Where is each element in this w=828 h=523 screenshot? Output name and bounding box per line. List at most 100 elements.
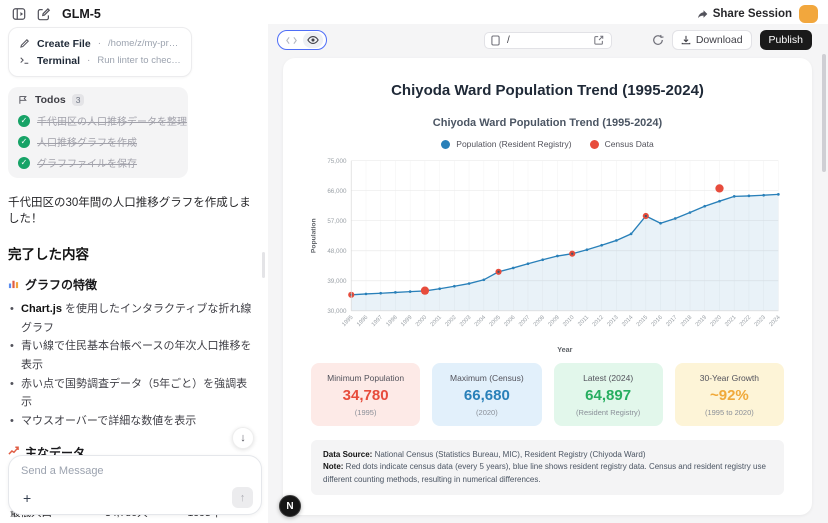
svg-text:2003: 2003 (459, 315, 472, 328)
svg-text:2005: 2005 (489, 315, 502, 328)
svg-text:2016: 2016 (651, 315, 664, 328)
stat-value: 34,780 (315, 387, 416, 404)
preview-view-button[interactable] (303, 32, 323, 48)
scroll-to-bottom-button[interactable]: ↓ (232, 427, 254, 449)
note-line-source: Data Source: National Census (Statistics… (323, 449, 772, 461)
terminal-icon (19, 55, 30, 66)
sidebar-toggle-button[interactable] (10, 5, 28, 23)
tool-call-create-file[interactable]: Create File · /home/z/my-project/src/app… (19, 35, 181, 52)
chat-panel: Create File · /home/z/my-project/src/app… (0, 24, 268, 523)
top-header: GLM-5 Share Session (0, 0, 828, 24)
svg-text:2011: 2011 (577, 315, 590, 328)
composer-actions: + ↑ (19, 487, 253, 508)
svg-text:2012: 2012 (592, 315, 605, 328)
separator-dot: · (98, 38, 101, 49)
url-path[interactable]: / (507, 35, 589, 46)
svg-text:1999: 1999 (400, 315, 413, 328)
svg-text:2018: 2018 (680, 315, 693, 328)
preview-toolbar-right: Download Publish (652, 30, 812, 50)
tool-name: Create File (37, 38, 91, 50)
preview-scrollbar[interactable] (822, 54, 827, 515)
flag-icon (18, 95, 29, 105)
send-button[interactable]: ↑ (232, 487, 253, 508)
todo-label: グラフファイルを保存 (37, 155, 137, 170)
url-bar[interactable]: / (484, 32, 612, 49)
stat-card-maximum: Maximum (Census) 66,680 (2020) (432, 363, 541, 426)
svg-text:Year: Year (557, 345, 572, 354)
svg-text:2017: 2017 (665, 315, 678, 328)
arrow-up-icon: ↑ (240, 492, 246, 504)
stat-sub: (2020) (436, 408, 537, 417)
share-session-button[interactable]: Share Session (697, 8, 792, 20)
chart-block: Chiyoda Ward Population Trend (1995-2024… (307, 117, 788, 355)
svg-text:2004: 2004 (474, 314, 488, 328)
svg-text:2009: 2009 (547, 315, 560, 328)
user-avatar[interactable] (799, 5, 818, 23)
stat-value: 66,680 (436, 387, 537, 404)
preview-panel: / Download Publish Chiyoda Ward Populati… (268, 24, 828, 523)
tool-call-terminal[interactable]: Terminal · Run linter to check code (19, 52, 181, 69)
legend-item-census[interactable]: Census Data (590, 139, 654, 149)
code-view-button[interactable] (281, 32, 301, 48)
publish-button[interactable]: Publish (760, 30, 812, 50)
refresh-button[interactable] (652, 34, 664, 46)
stat-label: Maximum (Census) (436, 373, 537, 383)
message-input[interactable]: Send a Message (21, 465, 249, 477)
chart-legend: Population (Resident Registry) Census Da… (307, 139, 788, 149)
population-chart[interactable]: 1995199619971998199920002001200220032004… (307, 153, 788, 355)
stat-label: Minimum Population (315, 373, 416, 383)
svg-text:2023: 2023 (754, 315, 767, 328)
main-layout: Create File · /home/z/my-project/src/app… (0, 24, 828, 523)
todo-item: ✓ 千代田区の人口推移データを整理 (18, 113, 178, 128)
preview-toolbar: / Download Publish (268, 24, 828, 56)
data-source-note: Data Source: National Census (Statistics… (311, 440, 784, 495)
stat-value: ~92% (679, 387, 780, 404)
svg-text:2022: 2022 (739, 315, 752, 328)
legend-item-population[interactable]: Population (Resident Registry) (441, 139, 571, 149)
feature-item: 青い線で住民基本台帳ベースの年次人口推移を表示 (8, 337, 258, 374)
attach-button[interactable]: + (19, 490, 35, 506)
svg-text:2000: 2000 (415, 315, 428, 328)
feature-item: 赤い点で国勢調査データ（5年ごと）を強調表示 (8, 375, 258, 412)
svg-text:2006: 2006 (503, 315, 516, 328)
feature-item: Chart.js を使用したインタラクティブな折れ線グラフ (8, 300, 258, 337)
check-circle-icon: ✓ (18, 115, 30, 127)
svg-text:2008: 2008 (533, 315, 546, 328)
svg-text:2010: 2010 (562, 315, 575, 328)
svg-text:Population: Population (311, 218, 318, 253)
svg-text:66,000: 66,000 (327, 188, 347, 195)
todo-item: ✓ 人口推移グラフを作成 (18, 134, 178, 149)
assistant-message: 千代田区の30年間の人口推移グラフを作成しました！ (8, 194, 258, 226)
arrow-down-icon: ↓ (240, 432, 246, 444)
svg-text:2020: 2020 (709, 315, 722, 328)
preview-scrollbar-thumb[interactable] (822, 54, 826, 172)
chat-scroll-area[interactable]: Create File · /home/z/my-project/src/app… (0, 24, 268, 523)
sidebar-toggle-icon (12, 7, 26, 21)
svg-text:1997: 1997 (371, 315, 384, 328)
features-list: Chart.js を使用したインタラクティブな折れ線グラフ 青い線で住民基本台帳… (8, 300, 258, 431)
todos-card[interactable]: Todos 3 ✓ 千代田区の人口推移データを整理 ✓ 人口推移グラフを作成 ✓… (8, 87, 188, 178)
svg-text:30,000: 30,000 (327, 308, 347, 315)
section-heading-completed: 完了した内容 (8, 243, 258, 263)
tool-calls-card[interactable]: Create File · /home/z/my-project/src/app… (8, 27, 192, 77)
nextjs-badge[interactable]: N (279, 495, 301, 517)
svg-text:2019: 2019 (695, 315, 708, 328)
chat-scrollbar-thumb[interactable] (262, 252, 265, 278)
todos-count-badge: 3 (72, 94, 85, 106)
download-button[interactable]: Download (672, 30, 752, 50)
message-composer[interactable]: Send a Message + ↑ (8, 455, 262, 515)
separator-dot: · (87, 55, 90, 66)
todo-label: 千代田区の人口推移データを整理 (37, 113, 187, 128)
new-chat-button[interactable] (35, 5, 53, 23)
svg-text:2021: 2021 (724, 315, 737, 328)
code-icon (286, 36, 297, 45)
open-external-icon[interactable] (594, 35, 605, 45)
stat-card-latest: Latest (2024) 64,897 (Resident Registry) (554, 363, 663, 426)
legend-dot-blue (441, 140, 450, 149)
svg-text:2007: 2007 (518, 315, 531, 328)
tool-detail: Run linter to check code (97, 55, 181, 66)
top-header-right: Share Session (697, 5, 818, 23)
tool-name: Terminal (37, 55, 80, 67)
todo-item: ✓ グラフファイルを保存 (18, 155, 178, 170)
bar-chart-emoji-icon (8, 278, 19, 292)
